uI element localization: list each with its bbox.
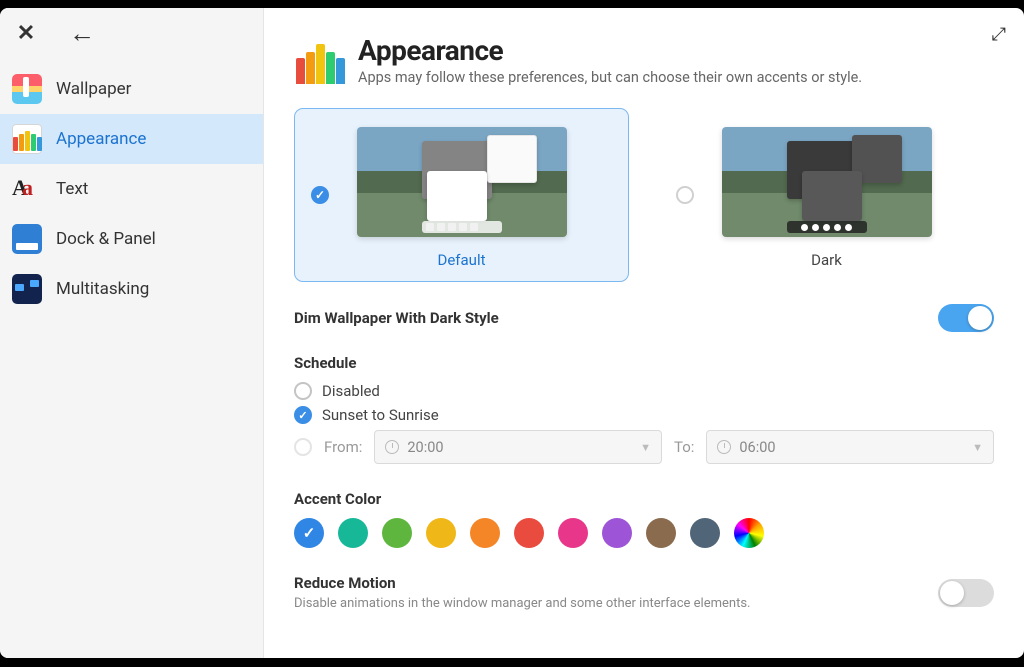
accent-title: Accent Color — [294, 490, 994, 508]
back-icon[interactable]: ← — [70, 21, 94, 45]
radio-unchecked-icon — [676, 186, 694, 204]
multitasking-icon — [12, 274, 42, 304]
theme-option-default[interactable]: Default — [294, 108, 629, 282]
accent-swatch[interactable] — [558, 518, 588, 548]
accent-section: Accent Color — [294, 490, 994, 548]
page-header: Appearance Apps may follow these prefere… — [294, 34, 994, 86]
schedule-from-input[interactable]: 20:00 ▼ — [374, 430, 662, 464]
schedule-title: Schedule — [294, 354, 994, 372]
reduce-motion-switch[interactable] — [938, 579, 994, 607]
dim-wallpaper-row: Dim Wallpaper With Dark Style — [294, 304, 994, 332]
schedule-from-value: 20:00 — [407, 439, 443, 456]
reduce-motion-title: Reduce Motion — [294, 574, 750, 592]
accent-swatch[interactable] — [382, 518, 412, 548]
accent-swatch[interactable] — [602, 518, 632, 548]
titlebar: ✕ ← — [0, 8, 263, 58]
schedule-to-label: To: — [674, 438, 694, 456]
chevron-down-icon: ▼ — [972, 441, 983, 454]
sidebar-nav: Wallpaper Appearance Aa Text — [0, 58, 263, 320]
radio-disabled-icon[interactable] — [294, 438, 312, 456]
close-icon[interactable]: ✕ — [14, 21, 38, 45]
accent-swatch[interactable] — [294, 518, 324, 548]
sidebar-item-multitasking[interactable]: Multitasking — [0, 264, 263, 314]
theme-label: Dark — [811, 251, 842, 269]
clock-icon — [385, 440, 399, 454]
page-subtitle: Apps may follow these preferences, but c… — [358, 69, 862, 86]
dim-wallpaper-label: Dim Wallpaper With Dark Style — [294, 309, 499, 327]
radio-checked-icon — [294, 406, 312, 424]
accent-swatch[interactable] — [690, 518, 720, 548]
sidebar-item-label: Appearance — [56, 129, 146, 149]
accent-swatch[interactable] — [470, 518, 500, 548]
accent-color-row — [294, 518, 994, 548]
radio-unchecked-icon — [294, 382, 312, 400]
sidebar-item-wallpaper[interactable]: Wallpaper — [0, 64, 263, 114]
theme-picker: Default Dark — [294, 108, 994, 282]
chevron-down-icon: ▼ — [640, 441, 651, 454]
appearance-icon — [12, 124, 42, 154]
dim-wallpaper-switch[interactable] — [938, 304, 994, 332]
schedule-section: Schedule Disabled Sunset to Sunrise From… — [294, 354, 994, 464]
settings-window: ✕ ← Wallpaper Appearance Aa — [0, 8, 1024, 658]
schedule-sunset-label: Sunset to Sunrise — [322, 406, 439, 424]
schedule-disabled-label: Disabled — [322, 382, 380, 400]
page-title: Appearance — [358, 34, 862, 67]
sidebar-item-label: Multitasking — [56, 279, 149, 299]
accent-swatch[interactable] — [338, 518, 368, 548]
dock-icon — [12, 224, 42, 254]
accent-swatch[interactable] — [514, 518, 544, 548]
reduce-motion-row: Reduce Motion Disable animations in the … — [294, 574, 994, 611]
schedule-option-sunset[interactable]: Sunset to Sunrise — [294, 406, 994, 424]
sidebar-item-text[interactable]: Aa Text — [0, 164, 263, 214]
accent-swatch[interactable] — [734, 518, 764, 548]
reduce-motion-text: Reduce Motion Disable animations in the … — [294, 574, 750, 611]
sidebar: ✕ ← Wallpaper Appearance Aa — [0, 8, 264, 658]
schedule-option-disabled[interactable]: Disabled — [294, 382, 994, 400]
text-icon: Aa — [12, 174, 42, 204]
schedule-manual-row: From: 20:00 ▼ To: 06:00 ▼ — [294, 430, 994, 464]
sidebar-item-label: Wallpaper — [56, 79, 131, 99]
sidebar-item-label: Dock & Panel — [56, 229, 156, 249]
sidebar-item-appearance[interactable]: Appearance — [0, 114, 263, 164]
schedule-from-label: From: — [324, 438, 362, 456]
theme-thumbnail-light — [357, 127, 567, 237]
sidebar-item-label: Text — [56, 179, 88, 199]
theme-option-dark[interactable]: Dark — [659, 108, 994, 282]
main-content: ⤢ Appearance Apps may follow these prefe… — [264, 8, 1024, 658]
wallpaper-icon — [12, 74, 42, 104]
appearance-header-icon — [294, 34, 346, 86]
header-text: Appearance Apps may follow these prefere… — [358, 34, 862, 86]
radio-checked-icon — [311, 186, 329, 204]
clock-icon — [717, 440, 731, 454]
reduce-motion-subtitle: Disable animations in the window manager… — [294, 596, 750, 611]
accent-swatch[interactable] — [426, 518, 456, 548]
theme-thumbnail-dark — [722, 127, 932, 237]
schedule-to-value: 06:00 — [739, 439, 775, 456]
accent-swatch[interactable] — [646, 518, 676, 548]
schedule-to-input[interactable]: 06:00 ▼ — [706, 430, 994, 464]
sidebar-item-dock-panel[interactable]: Dock & Panel — [0, 214, 263, 264]
maximize-icon[interactable]: ⤢ — [992, 24, 1006, 45]
theme-label: Default — [438, 251, 486, 269]
